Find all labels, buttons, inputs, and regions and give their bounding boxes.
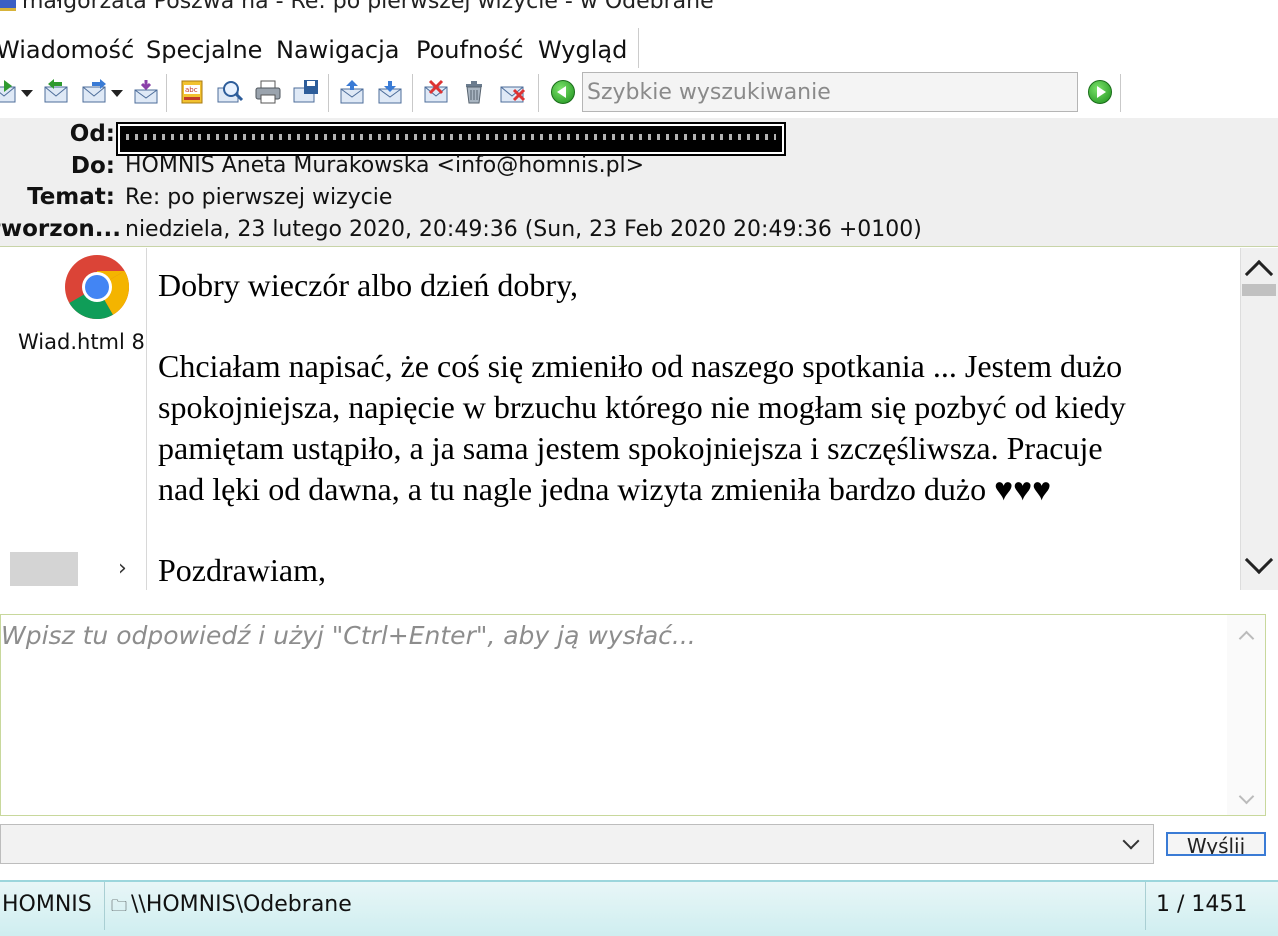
- window-title-bar: małgorzata Poszwa na - Re: po pierwszej …: [0, 0, 1278, 14]
- to-value[interactable]: HOMNIS Aneta Murakowska <info@homnis.pl>: [125, 153, 644, 178]
- to-label: Do:: [70, 153, 115, 179]
- reply-scrollbar[interactable]: [1227, 615, 1265, 815]
- status-account: HOMNIS: [2, 892, 92, 917]
- message-line: nad lęki od dawna, a tu nagle jedna wizy…: [158, 471, 1052, 507]
- menu-nawigacja[interactable]: Nawigacja: [276, 36, 399, 64]
- status-count: 1 / 1451: [1156, 892, 1248, 917]
- reply-input[interactable]: [1, 615, 1227, 815]
- menu-poufnosc[interactable]: Poufność: [416, 36, 524, 64]
- created-value: niedziela, 23 lutego 2020, 20:49:36 (Sun…: [125, 217, 922, 242]
- redacted-sender: [118, 124, 784, 154]
- reply-dropdown-icon[interactable]: [21, 90, 33, 97]
- spam-icon[interactable]: [422, 78, 450, 106]
- reply-box: [0, 614, 1266, 816]
- preview-icon[interactable]: [216, 78, 244, 106]
- menu-specjalne[interactable]: Specjalne: [146, 36, 262, 64]
- message-line: pamiętam ustąpiło, a ja sama jestem spok…: [158, 430, 1103, 466]
- message-scrollbar[interactable]: [1240, 248, 1278, 590]
- menu-wyglad[interactable]: Wygląd: [538, 36, 627, 64]
- message-header: Od: Do: HOMNIS Aneta Murakowska <info@ho…: [0, 118, 1278, 247]
- attachment-scrollbar[interactable]: [10, 552, 78, 586]
- forward-dropdown-icon[interactable]: [111, 90, 123, 97]
- menu-bar: Wiadomość Specjalne Nawigacja Poufność W…: [0, 28, 639, 68]
- toolbar: abc: [0, 68, 1278, 118]
- move-down-icon[interactable]: [376, 78, 404, 106]
- chevron-right-icon[interactable]: ›: [118, 556, 127, 581]
- subject-value: Re: po pierwszej wizycie: [125, 185, 393, 210]
- menu-wiadomosc[interactable]: Wiadomość: [0, 36, 134, 64]
- window-title: małgorzata Poszwa na - Re: po pierwszej …: [22, 0, 714, 14]
- message-body: Dobry wieczór albo dzień dobry, Chciałam…: [147, 248, 1239, 590]
- message-line: spokojniejsza, napięcie w brzuchu któreg…: [158, 389, 1126, 425]
- subject-label: Temat:: [27, 184, 115, 210]
- account-select[interactable]: [0, 824, 1154, 864]
- redirect-icon[interactable]: [132, 78, 160, 106]
- delete-icon[interactable]: [498, 78, 526, 106]
- save-icon[interactable]: [292, 78, 320, 106]
- folder-icon: 🗀: [111, 896, 128, 915]
- message-line: Pozdrawiam,: [158, 552, 326, 588]
- svg-text:abc: abc: [185, 86, 198, 94]
- reply-all-icon[interactable]: [42, 78, 70, 106]
- chrome-icon[interactable]: [64, 254, 130, 320]
- status-folder[interactable]: \\HOMNIS\Odebrane: [131, 892, 352, 917]
- send-button[interactable]: Wyślij: [1166, 832, 1266, 856]
- reply-icon[interactable]: [0, 78, 18, 106]
- quick-search-input[interactable]: [582, 72, 1078, 112]
- message-line: Dobry wieczór albo dzień dobry,: [158, 267, 578, 303]
- reply-scroll-up-icon[interactable]: [1238, 630, 1255, 647]
- trash-icon[interactable]: [460, 78, 488, 106]
- attachment-panel: Wiad.html 8 ›: [0, 248, 147, 590]
- scroll-down-icon[interactable]: [1244, 545, 1274, 575]
- print-icon[interactable]: [254, 78, 282, 106]
- search-go-icon[interactable]: [1088, 80, 1112, 104]
- message-line: Chciałam napisać, że coś się zmieniło od…: [158, 348, 1123, 384]
- search-back-icon[interactable]: [551, 80, 575, 104]
- attachment-name[interactable]: Wiad.html 8: [18, 330, 145, 354]
- spellcheck-icon[interactable]: abc: [178, 78, 206, 106]
- reply-scroll-down-icon[interactable]: [1238, 788, 1255, 805]
- app-icon: [0, 0, 16, 11]
- status-bar: HOMNIS 🗀 \\HOMNIS\Odebrane 1 / 1451: [0, 880, 1278, 936]
- created-label: tworzon...: [0, 216, 121, 242]
- scrollbar-thumb[interactable]: [1242, 284, 1276, 296]
- forward-icon[interactable]: [80, 78, 108, 106]
- chevron-down-icon[interactable]: [1122, 832, 1140, 850]
- move-up-icon[interactable]: [338, 78, 366, 106]
- from-label: Od:: [69, 121, 115, 147]
